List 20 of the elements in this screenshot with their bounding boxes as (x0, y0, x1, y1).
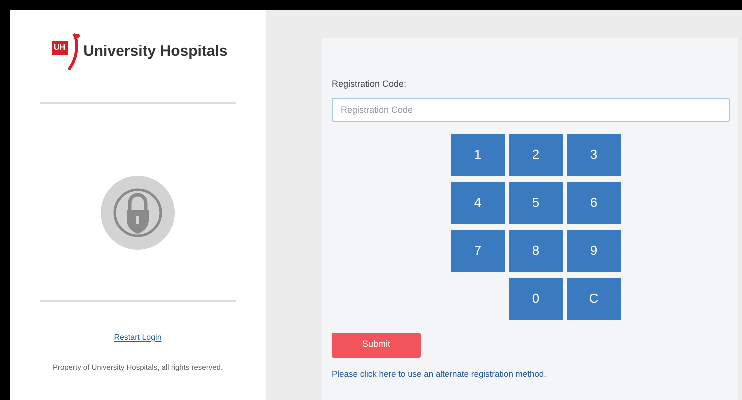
logo-text: University Hospitals (84, 42, 228, 62)
lock-icon (101, 176, 175, 250)
logo-swoosh-icon (68, 32, 80, 72)
keypad-key[interactable]: 8 (509, 230, 563, 272)
keypad-key[interactable]: 3 (567, 134, 621, 176)
keypad-key[interactable]: 1 (451, 134, 505, 176)
keypad-key[interactable]: 7 (451, 230, 505, 272)
keypad-key[interactable]: 4 (451, 182, 505, 224)
submit-button[interactable]: Submit (332, 332, 421, 358)
alternate-method-link[interactable]: Please click here to use an alternate registration method. (332, 368, 547, 380)
registration-code-field[interactable]: Registration Code (332, 98, 730, 122)
keypad-key[interactable]: 2 (509, 134, 563, 176)
logo-mark: UH (52, 41, 68, 55)
field-label: Registration Code: (332, 78, 408, 91)
keypad-key[interactable]: 0 (509, 278, 563, 320)
keypad-key[interactable]: 9 (567, 230, 621, 272)
keypad-key[interactable]: 6 (567, 182, 621, 224)
restart-login-link[interactable]: Restart Login (114, 332, 162, 344)
keypad-key[interactable]: 5 (509, 182, 563, 224)
keypad-key[interactable]: C (567, 278, 621, 320)
